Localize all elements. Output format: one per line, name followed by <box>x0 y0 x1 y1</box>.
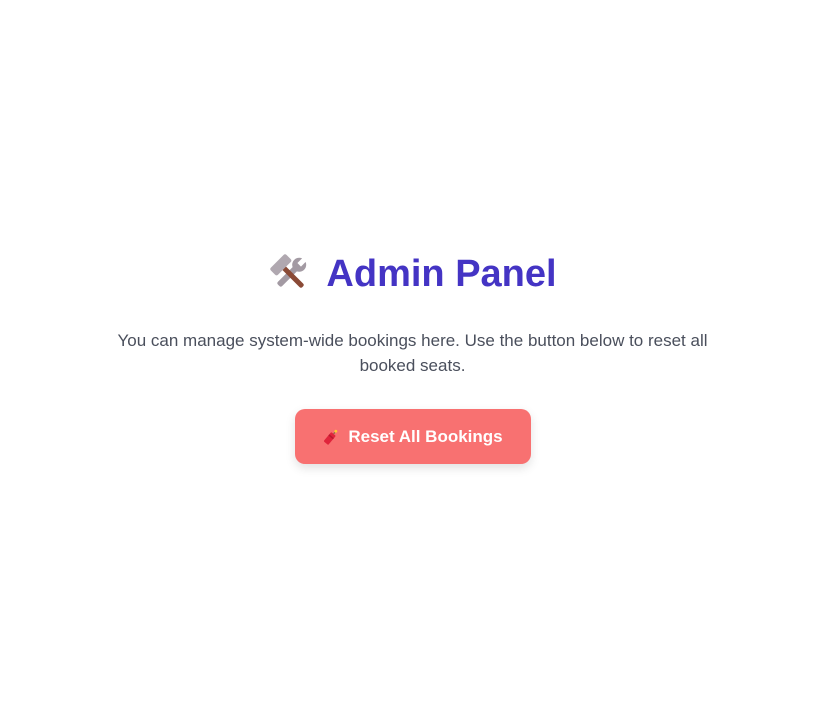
firecracker-icon <box>322 428 340 446</box>
reset-button-label: Reset All Bookings <box>348 426 503 446</box>
reset-all-bookings-button[interactable]: Reset All Bookings <box>294 409 531 464</box>
admin-panel-content: Admin Panel You can manage system-wide b… <box>0 248 825 464</box>
page-title-text: Admin Panel <box>326 253 557 295</box>
page-title: Admin Panel <box>0 248 825 300</box>
admin-description: You can manage system-wide bookings here… <box>117 331 708 375</box>
hammer-and-wrench-icon <box>268 252 312 296</box>
admin-panel: Admin Panel You can manage system-wide b… <box>0 0 825 704</box>
